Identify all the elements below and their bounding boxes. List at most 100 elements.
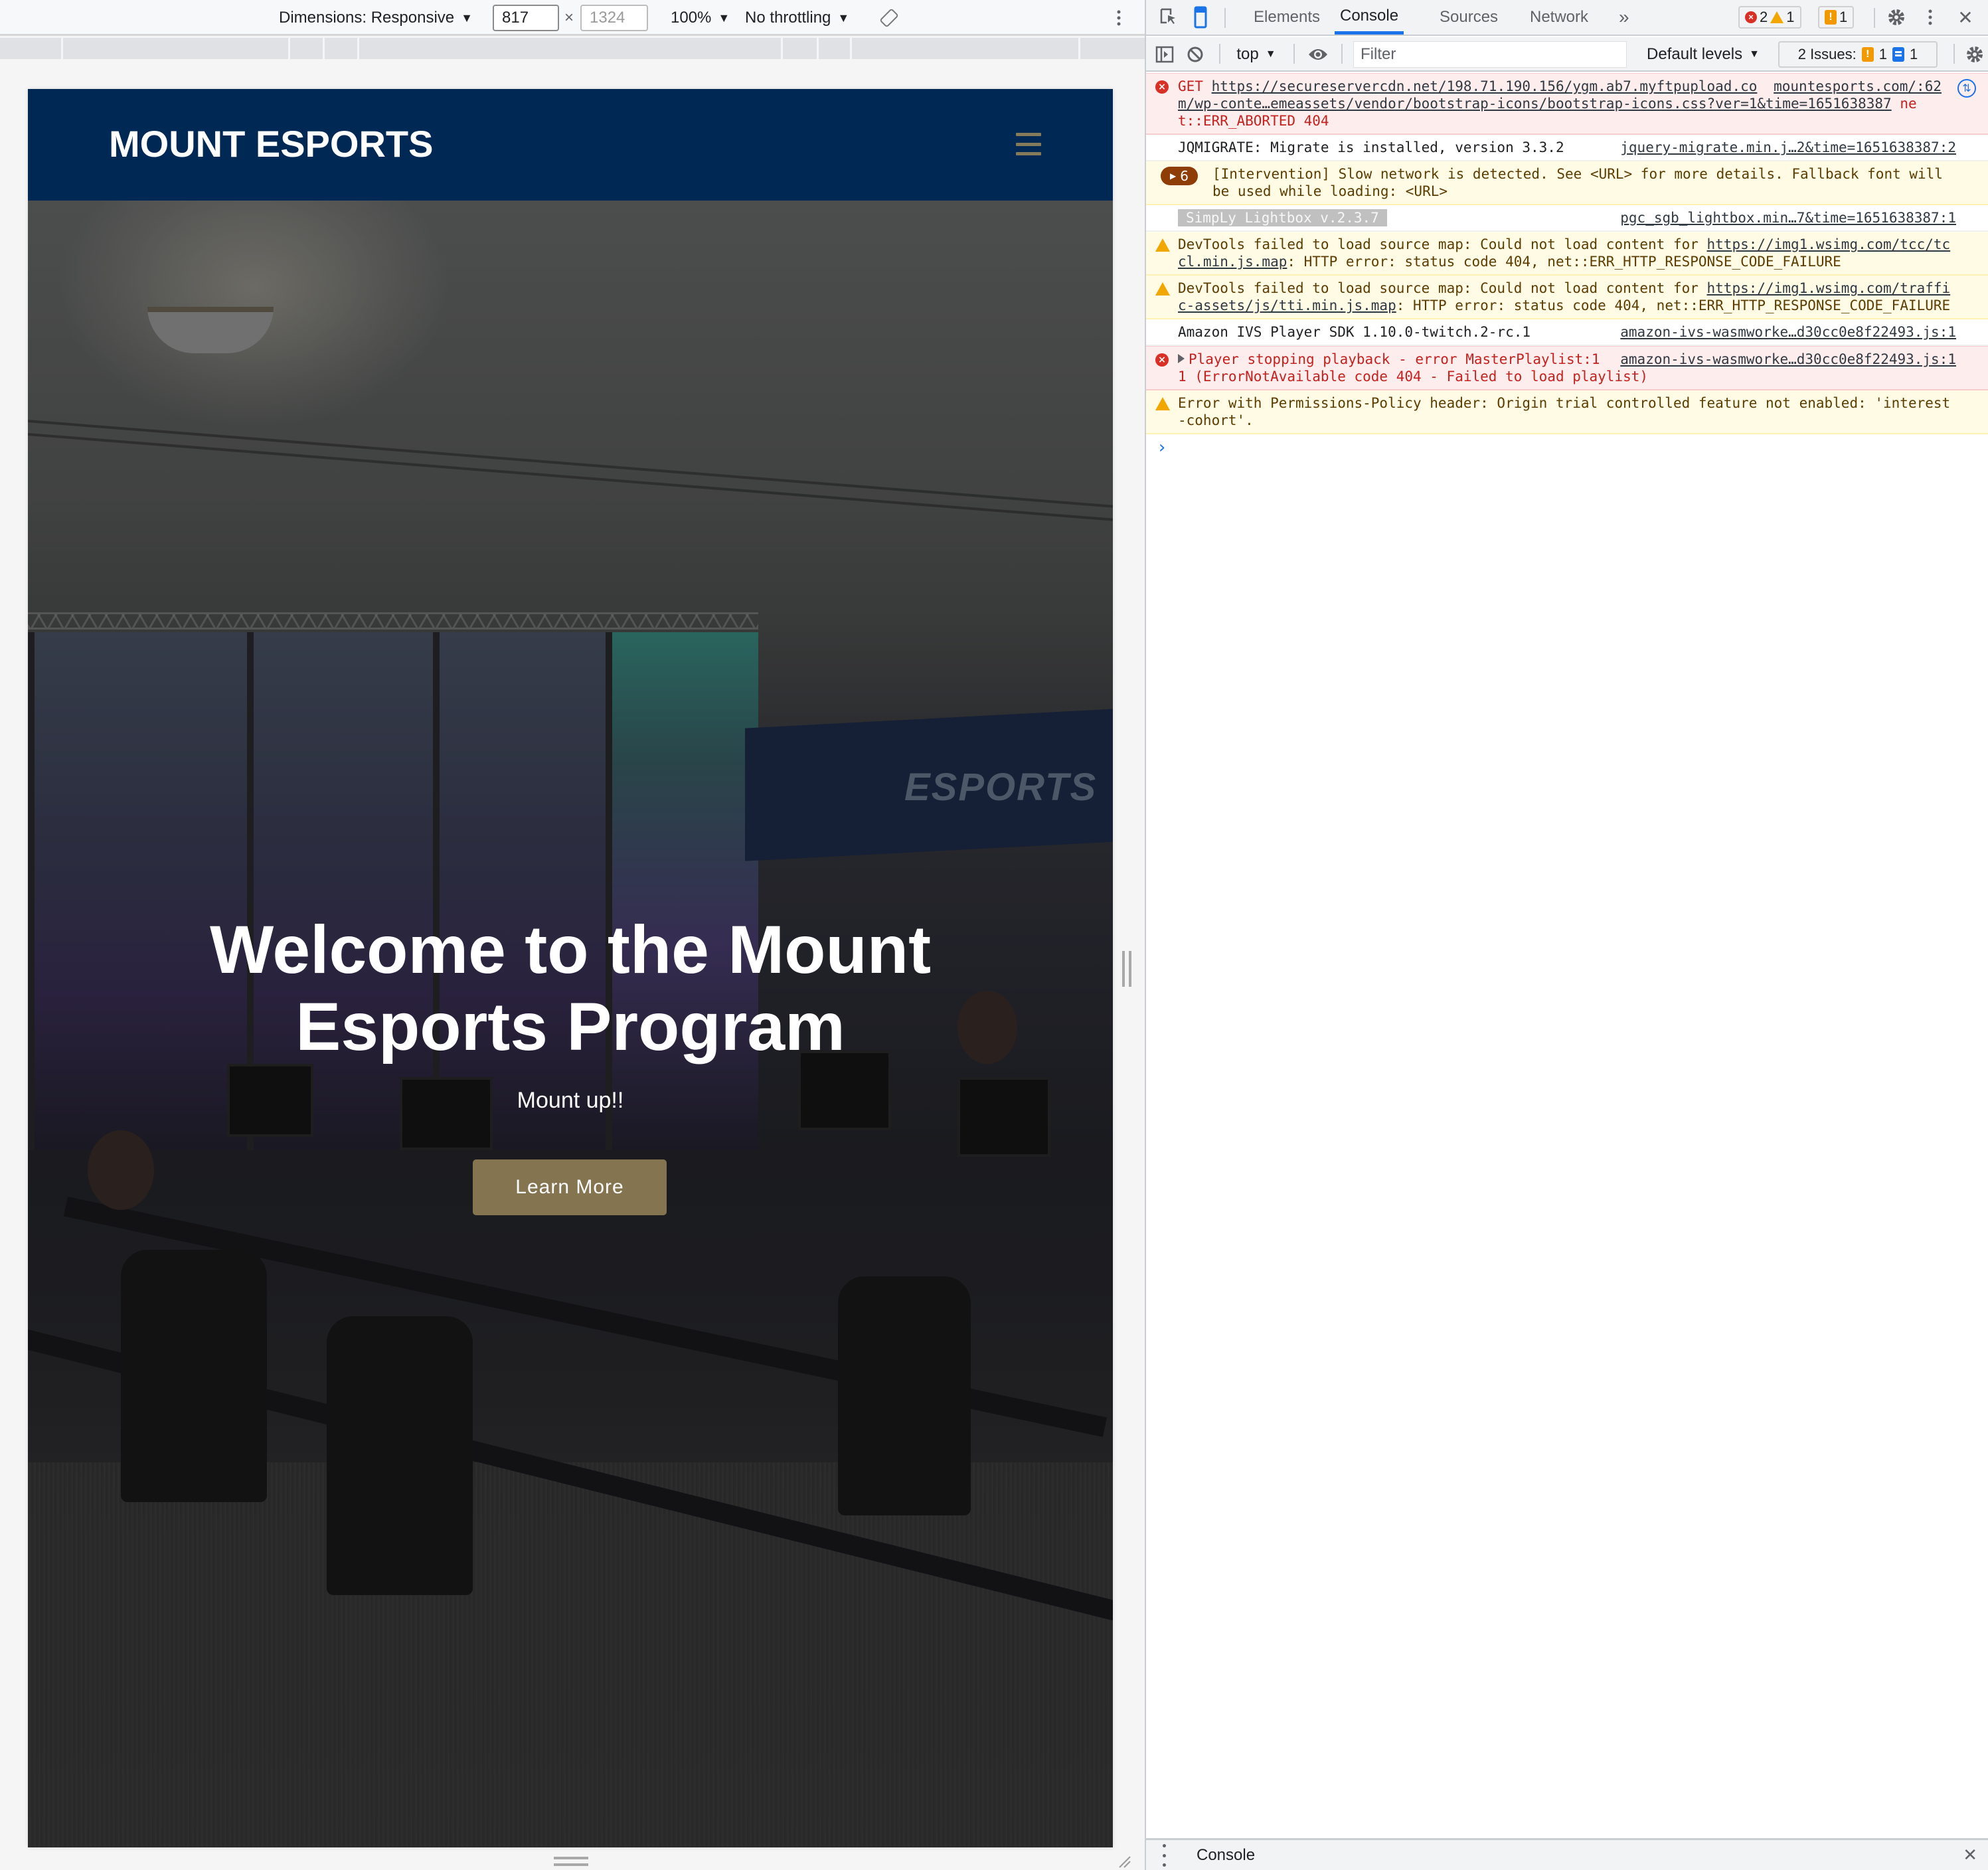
dimensions-dropdown[interactable]: Dimensions: Responsive ▼	[279, 0, 473, 36]
caret-down-icon: ▼	[461, 11, 473, 25]
styled-log-text: SimpLy Lightbox v.2.3.7	[1178, 209, 1387, 226]
settings-button[interactable]	[1883, 0, 1910, 35]
device-toggle-button[interactable]	[1187, 0, 1214, 35]
issue-icon: !	[1825, 10, 1837, 25]
devtools-panel: Elements Console Sources Network » × 2 1…	[1145, 0, 1988, 1870]
error-count: 2	[1760, 9, 1768, 25]
console-filter-input[interactable]	[1353, 41, 1627, 68]
more-tabs-button[interactable]: »	[1619, 0, 1629, 35]
console-message-info: amazon-ivs-wasmworke…d30cc0e8f22493.js:1…	[1146, 319, 1988, 346]
tab-elements[interactable]: Elements	[1254, 0, 1320, 35]
message-text: Amazon IVS Player SDK 1.10.0-twitch.2-rc…	[1178, 324, 1531, 340]
rotate-icon	[880, 9, 898, 27]
warning-icon	[1155, 282, 1170, 296]
live-expression-button[interactable]	[1304, 37, 1332, 72]
eye-icon	[1309, 49, 1327, 60]
error-icon: ×	[1155, 353, 1169, 367]
rotate-button[interactable]	[879, 0, 899, 36]
separator	[1341, 44, 1343, 64]
site-logo[interactable]: MOUNT ESPORTS	[109, 122, 433, 165]
issues-button[interactable]: 2 Issues: ! 1 1	[1778, 41, 1938, 68]
gear-icon	[1967, 46, 1983, 62]
throttling-dropdown[interactable]: No throttling ▼	[745, 0, 849, 36]
viewport-resize-handle-right[interactable]	[1122, 951, 1131, 987]
dimensions-label: Dimensions: Responsive	[279, 9, 455, 27]
hamburger-menu-icon[interactable]	[1016, 133, 1041, 155]
clear-icon	[1187, 46, 1203, 62]
issue-info-icon	[1892, 47, 1905, 62]
message-source-link[interactable]: mountesports.com/:62	[1774, 78, 1942, 95]
message-source-link[interactable]: pgc_sgb_lightbox.min…7&time=1651638387:1	[1620, 209, 1956, 226]
warning-icon	[1155, 238, 1170, 252]
media-query-ruler[interactable]	[0, 38, 1145, 59]
issues-count: 1	[1839, 9, 1848, 25]
width-input[interactable]: 817	[493, 5, 559, 31]
message-text: [Intervention] Slow network is detected.…	[1212, 166, 1943, 199]
ruler-tick	[357, 38, 359, 59]
device-toolbar: Dimensions: Responsive ▼ 817 × 1324 100%…	[0, 0, 1145, 36]
error-warning-counter[interactable]: × 2 1	[1738, 6, 1801, 29]
context-selector[interactable]: top ▼	[1230, 37, 1283, 72]
inspect-element-button[interactable]	[1155, 0, 1182, 35]
console-message-warning: Error with Permissions-Policy header: Or…	[1146, 390, 1988, 434]
tab-network[interactable]: Network	[1530, 0, 1588, 35]
message-text: Player stopping playback - error MasterP…	[1178, 351, 1649, 384]
hero-subtitle: Mount up!!	[517, 1088, 624, 1113]
zoom-dropdown[interactable]: 100% ▼	[671, 0, 730, 36]
repeat-count-badge[interactable]: ▶ 6	[1161, 167, 1198, 185]
console-message-warning: DevTools failed to load source map: Coul…	[1146, 276, 1988, 319]
devtools-menu-button[interactable]	[1920, 0, 1940, 35]
close-devtools-button[interactable]: ✕	[1952, 0, 1979, 35]
issues-label: 2 Issues:	[1797, 46, 1857, 62]
more-vertical-icon	[1117, 10, 1121, 26]
clear-console-button[interactable]	[1183, 37, 1207, 72]
log-levels-dropdown[interactable]: Default levels ▼	[1640, 37, 1766, 72]
drawer-tab-console[interactable]: Console	[1197, 1840, 1255, 1870]
ruler-tick	[323, 38, 325, 59]
page-viewport: MOUNT ESPORTS ESPORTS Welcome to the Mou…	[28, 89, 1113, 1847]
viewport-resize-corner-icon[interactable]	[1116, 1853, 1131, 1869]
network-request-icon[interactable]: ⇅	[1957, 79, 1976, 98]
throttling-label: No throttling	[745, 9, 831, 27]
tab-sources[interactable]: Sources	[1440, 0, 1498, 35]
console-message-info: jquery-migrate.min.j…2&time=1651638387:2…	[1146, 135, 1988, 161]
console-prompt[interactable]: ›	[1146, 434, 1988, 461]
hero-title-line: Esports Program	[295, 989, 845, 1064]
zoom-label: 100%	[671, 9, 712, 27]
separator	[1219, 44, 1220, 64]
log-levels-label: Default levels	[1647, 45, 1743, 63]
drawer-menu-button[interactable]	[1161, 1844, 1167, 1867]
message-source-link[interactable]: amazon-ivs-wasmworke…d30cc0e8f22493.js:1	[1620, 323, 1956, 341]
gear-icon	[1888, 9, 1904, 25]
viewport-resize-handle-bottom[interactable]	[554, 1857, 588, 1866]
inspect-icon	[1160, 8, 1175, 24]
prompt-chevron-icon: ›	[1157, 438, 1167, 458]
learn-more-button[interactable]: Learn More	[473, 1159, 667, 1215]
console-message-warning: DevTools failed to load source map: Coul…	[1146, 232, 1988, 276]
expand-triangle-icon[interactable]	[1178, 354, 1185, 363]
hero-title: Welcome to the Mount Esports Program	[28, 911, 1113, 1065]
console-message-error[interactable]: × amazon-ivs-wasmworke…d30cc0e8f22493.js…	[1146, 346, 1988, 390]
console-message-info: pgc_sgb_lightbox.min…7&time=1651638387:1…	[1146, 205, 1988, 232]
console-message-warning-group[interactable]: ▶ 6 [Intervention] Slow network is detec…	[1146, 161, 1988, 205]
drawer-close-button[interactable]: ✕	[1963, 1840, 1977, 1870]
sidebar-icon	[1155, 46, 1174, 63]
warning-icon	[1155, 397, 1170, 410]
console-messages: × ⇅ mountesports.com/:62 GET https://sec…	[1146, 73, 1988, 461]
issues-counter[interactable]: ! 1	[1818, 6, 1855, 29]
separator	[1953, 44, 1955, 64]
tab-console[interactable]: Console	[1335, 0, 1404, 35]
sidebar-toggle-button[interactable]	[1153, 37, 1177, 72]
message-suffix: : HTTP error: status code 404, net::ERR_…	[1287, 254, 1841, 270]
device-more-button[interactable]	[1116, 0, 1122, 36]
console-settings-button[interactable]	[1961, 37, 1988, 72]
height-input[interactable]: 1324	[580, 5, 648, 31]
caret-down-icon: ▼	[1749, 48, 1760, 60]
message-text: Error with Permissions-Policy header: Or…	[1178, 395, 1951, 428]
caret-down-icon: ▼	[837, 11, 850, 25]
device-emulation-pane: Dimensions: Responsive ▼ 817 × 1324 100%…	[0, 0, 1145, 1870]
message-source-link[interactable]: amazon-ivs-wasmworke…d30cc0e8f22493.js:1	[1620, 351, 1956, 368]
ruler-tick	[288, 38, 290, 59]
ruler-tick	[817, 38, 819, 59]
message-source-link[interactable]: jquery-migrate.min.j…2&time=1651638387:2	[1620, 139, 1956, 156]
